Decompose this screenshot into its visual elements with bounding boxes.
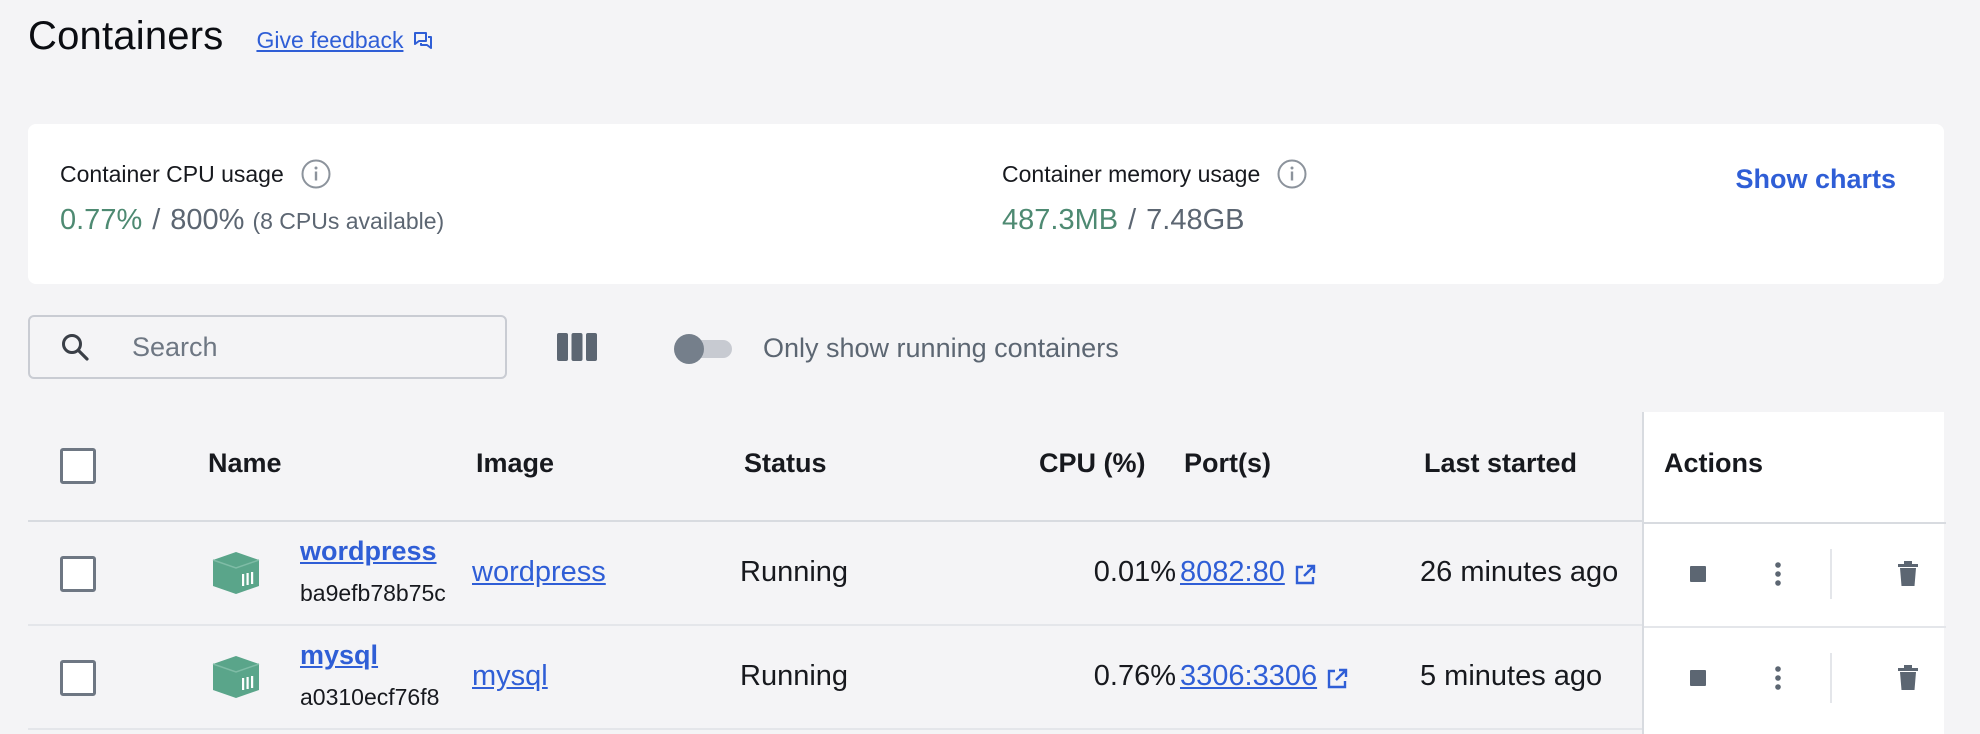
info-icon[interactable] bbox=[1276, 158, 1308, 190]
memory-used-value: 487.3MB bbox=[1002, 204, 1119, 236]
container-cpu: 0.01% bbox=[1093, 556, 1176, 588]
usage-stats-card: Container CPU usage 0.77% / 800% (8 CPUs… bbox=[28, 124, 1944, 284]
port-label: 8082:80 bbox=[1180, 556, 1285, 588]
stop-icon bbox=[1690, 670, 1706, 686]
more-options-button[interactable] bbox=[1758, 658, 1798, 698]
column-header-ports[interactable]: Port(s) bbox=[1184, 448, 1271, 479]
row-checkbox[interactable] bbox=[60, 660, 96, 696]
cpu-used-value: 0.77% bbox=[60, 204, 143, 236]
column-header-cpu[interactable]: CPU (%) bbox=[1039, 448, 1146, 479]
container-port-link[interactable]: 3306:3306 bbox=[1180, 660, 1349, 693]
external-link-icon bbox=[1295, 564, 1316, 584]
column-header-name[interactable]: Name bbox=[208, 448, 282, 479]
columns-icon bbox=[557, 333, 597, 361]
container-icon bbox=[212, 552, 260, 594]
trash-icon bbox=[1898, 665, 1918, 690]
delete-button[interactable] bbox=[1888, 554, 1928, 594]
column-header-last-started[interactable]: Last started bbox=[1424, 448, 1577, 479]
give-feedback-link[interactable]: Give feedback bbox=[256, 27, 433, 54]
row-checkbox[interactable] bbox=[60, 556, 96, 592]
info-icon[interactable] bbox=[300, 158, 332, 190]
cpu-usage-stat: Container CPU usage 0.77% / 800% (8 CPUs… bbox=[60, 158, 444, 237]
delete-button[interactable] bbox=[1888, 658, 1928, 698]
container-status: Running bbox=[740, 556, 849, 588]
column-header-status[interactable]: Status bbox=[744, 448, 827, 479]
columns-toggle-button[interactable] bbox=[556, 331, 598, 363]
search-icon bbox=[62, 334, 89, 361]
kebab-menu-icon bbox=[1775, 562, 1781, 586]
stop-icon bbox=[1690, 566, 1706, 582]
running-only-label: Only show running containers bbox=[763, 333, 1119, 363]
column-header-image[interactable]: Image bbox=[476, 448, 554, 479]
page-header: Containers Give feedback bbox=[28, 8, 433, 64]
container-last-started: 5 minutes ago bbox=[1420, 660, 1603, 692]
containers-table: Name Image Status CPU (%) Port(s) Last s… bbox=[28, 412, 1946, 734]
feedback-icon bbox=[414, 32, 433, 49]
stop-button[interactable] bbox=[1678, 554, 1718, 594]
memory-usage-label: Container memory usage bbox=[1002, 160, 1261, 187]
running-only-toggle[interactable] bbox=[674, 332, 734, 364]
container-cpu: 0.76% bbox=[1093, 660, 1176, 692]
column-header-actions: Actions bbox=[1664, 448, 1764, 478]
container-name-link[interactable]: mysql bbox=[300, 640, 378, 671]
kebab-menu-icon bbox=[1775, 666, 1781, 690]
show-charts-button[interactable]: Show charts bbox=[1735, 164, 1896, 195]
container-port-link[interactable]: 8082:80 bbox=[1180, 556, 1317, 589]
trash-icon bbox=[1898, 561, 1918, 586]
external-link-icon bbox=[1327, 668, 1348, 688]
container-image-link[interactable]: wordpress bbox=[472, 556, 606, 589]
cpu-total-value: 800% bbox=[170, 204, 245, 236]
search-box[interactable] bbox=[28, 315, 507, 379]
page-title: Containers bbox=[28, 13, 224, 58]
give-feedback-label: Give feedback bbox=[256, 26, 404, 53]
container-last-started: 26 minutes ago bbox=[1420, 556, 1619, 588]
search-input[interactable] bbox=[132, 331, 452, 363]
container-status: Running bbox=[740, 660, 849, 692]
actions-column: Actions bbox=[1642, 412, 1946, 734]
cpu-usage-label: Container CPU usage bbox=[60, 160, 284, 187]
container-name-link[interactable]: wordpress bbox=[300, 536, 437, 567]
port-label: 3306:3306 bbox=[1180, 660, 1318, 692]
container-icon bbox=[212, 656, 260, 698]
stop-button[interactable] bbox=[1678, 658, 1718, 698]
memory-usage-stat: Container memory usage 487.3MB / 7.48GB bbox=[1002, 158, 1308, 237]
cpu-available-note: (8 CPUs available) bbox=[252, 208, 445, 234]
more-options-button[interactable] bbox=[1758, 554, 1798, 594]
memory-total-value: 7.48GB bbox=[1146, 204, 1245, 236]
container-id: a0310ecf76f8 bbox=[300, 684, 440, 710]
container-image-link[interactable]: mysql bbox=[472, 660, 548, 693]
container-id: ba9efb78b75c bbox=[300, 580, 446, 606]
select-all-checkbox[interactable] bbox=[60, 448, 96, 484]
